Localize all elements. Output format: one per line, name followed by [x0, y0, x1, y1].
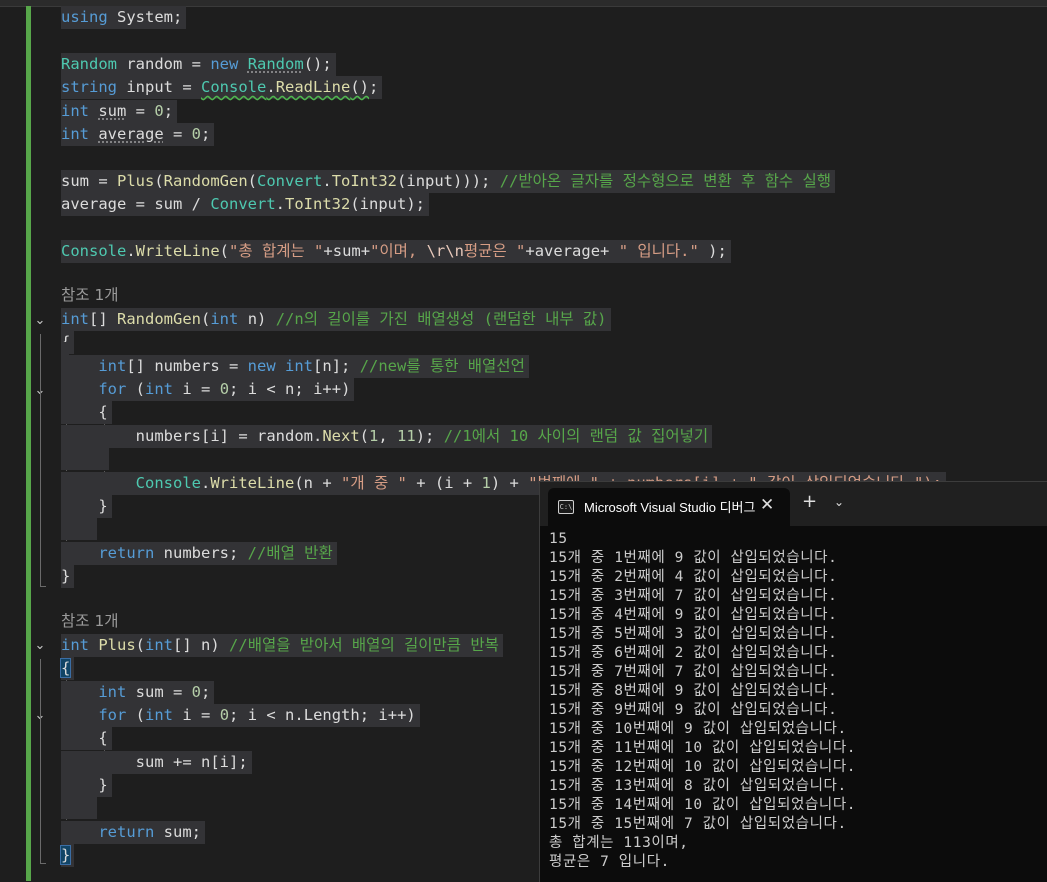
code-line[interactable]: { — [61, 727, 112, 750]
change-tracking-bar — [26, 6, 31, 881]
code-line[interactable]: return sum; — [61, 821, 206, 844]
close-icon[interactable]: ✕ — [760, 496, 774, 514]
code-line[interactable]: average = sum / Convert.ToInt32(input); — [61, 193, 430, 216]
console-tab-bar: C:\ Microsoft Visual Studio 디버그 ✕ + ⌄ — [540, 482, 1047, 526]
indent-fill — [61, 448, 109, 470]
console-line: 15개 중 9번째에 9 값이 삽입되었습니다. — [549, 702, 838, 718]
fold-toggle-randomgen[interactable]: ⌄ — [33, 314, 47, 328]
console-line: 평균은 7 입니다. — [549, 854, 670, 870]
debug-console-window[interactable]: C:\ Microsoft Visual Studio 디버그 ✕ + ⌄ 15… — [539, 481, 1047, 882]
console-line: 15개 중 4번째에 9 값이 삽입되었습니다. — [549, 607, 838, 623]
code-line[interactable]: } — [61, 495, 112, 518]
codelens-references[interactable]: 참조 1개 — [61, 284, 123, 307]
code-line[interactable]: string input = Console.ReadLine(); — [61, 76, 383, 99]
new-tab-icon[interactable]: + — [802, 493, 817, 511]
code-line[interactable]: int[] RandomGen(int n) //n의 길이를 가진 배열생성 … — [61, 308, 611, 331]
console-line: 15 — [549, 531, 568, 547]
code-line[interactable]: int Plus(int[] n) //배열을 받아서 배열의 길이만큼 반복 — [61, 634, 503, 657]
code-line[interactable]: return numbers; //배열 반환 — [61, 542, 337, 565]
console-line: 15개 중 10번째에 9 값이 삽입되었습니다. — [549, 721, 847, 737]
console-tab[interactable]: C:\ Microsoft Visual Studio 디버그 ✕ — [548, 488, 790, 526]
code-line[interactable]: int sum = 0; — [61, 100, 178, 123]
code-line[interactable]: for (int i = 0; i < n.Length; i++) — [61, 704, 420, 727]
console-line: 15개 중 3번째에 7 값이 삽입되었습니다. — [549, 588, 838, 604]
console-icon: C:\ — [558, 500, 574, 514]
indent-fill — [61, 518, 97, 540]
console-line: 15개 중 7번째에 7 값이 삽입되었습니다. — [549, 664, 838, 680]
code-line[interactable]: int sum = 0; — [61, 681, 215, 704]
indent-fill — [61, 797, 97, 819]
code-line[interactable]: sum += n[i]; — [61, 751, 252, 774]
console-line: 15개 중 1번째에 9 값이 삽입되었습니다. — [549, 550, 838, 566]
console-line: 15개 중 6번째에 2 값이 삽입되었습니다. — [549, 645, 838, 661]
code-line[interactable]: Console.WriteLine("총 합계는 "+sum+"이며, \r\n… — [61, 240, 731, 263]
console-output: 15 15개 중 1번째에 9 값이 삽입되었습니다. 15개 중 2번째에 4… — [549, 530, 1044, 872]
code-line[interactable]: int average = 0; — [61, 123, 215, 146]
code-line[interactable]: } — [61, 565, 75, 588]
code-line[interactable]: int[] numbers = new int[n]; //new를 통한 배열… — [61, 355, 529, 378]
outline-bracket-end — [40, 586, 46, 587]
code-line[interactable]: using System; — [61, 6, 187, 29]
code-line[interactable]: { — [59, 657, 75, 680]
chevron-down-icon[interactable]: ⌄ — [834, 493, 844, 511]
fold-toggle-plus[interactable]: ⌄ — [33, 639, 47, 653]
outline-bracket-plus — [40, 659, 41, 863]
code-line[interactable]: } — [61, 774, 112, 797]
code-line[interactable]: numbers[i] = random.Next(1, 11); //1에서 1… — [61, 425, 713, 448]
console-line: 15개 중 2번째에 4 값이 삽입되었습니다. — [549, 569, 838, 585]
code-line[interactable]: } — [59, 844, 75, 867]
console-line: 15개 중 5번째에 3 값이 삽입되었습니다. — [549, 626, 838, 642]
code-line[interactable]: { — [61, 401, 112, 424]
codelens-references[interactable]: 참조 1개 — [61, 610, 123, 633]
console-line: 15개 중 15번째에 7 값이 삽입되었습니다. — [549, 816, 847, 832]
console-line: 15개 중 13번째에 8 값이 삽입되었습니다. — [549, 778, 847, 794]
code-line[interactable]: Random random = new Random(); — [61, 53, 336, 76]
outline-bracket-end — [40, 863, 46, 864]
console-line: 총 합계는 113이며, — [549, 835, 689, 851]
outline-bracket-randomgen — [40, 334, 41, 586]
console-line: 15개 중 14번째에 10 값이 삽입되었습니다. — [549, 797, 857, 813]
code-line[interactable]: sum = Plus(RandomGen(Convert.ToInt32(inp… — [61, 170, 836, 193]
console-line: 15개 중 8번째에 9 값이 삽입되었습니다. — [549, 683, 838, 699]
console-line: 15개 중 12번째에 10 값이 삽입되었습니다. — [549, 759, 857, 775]
console-tab-title: Microsoft Visual Studio 디버그 — [584, 500, 756, 515]
console-line: 15개 중 11번째에 10 값이 삽입되었습니다. — [549, 740, 857, 756]
code-line[interactable]: for (int i = 0; i < n; i++) — [61, 378, 355, 401]
